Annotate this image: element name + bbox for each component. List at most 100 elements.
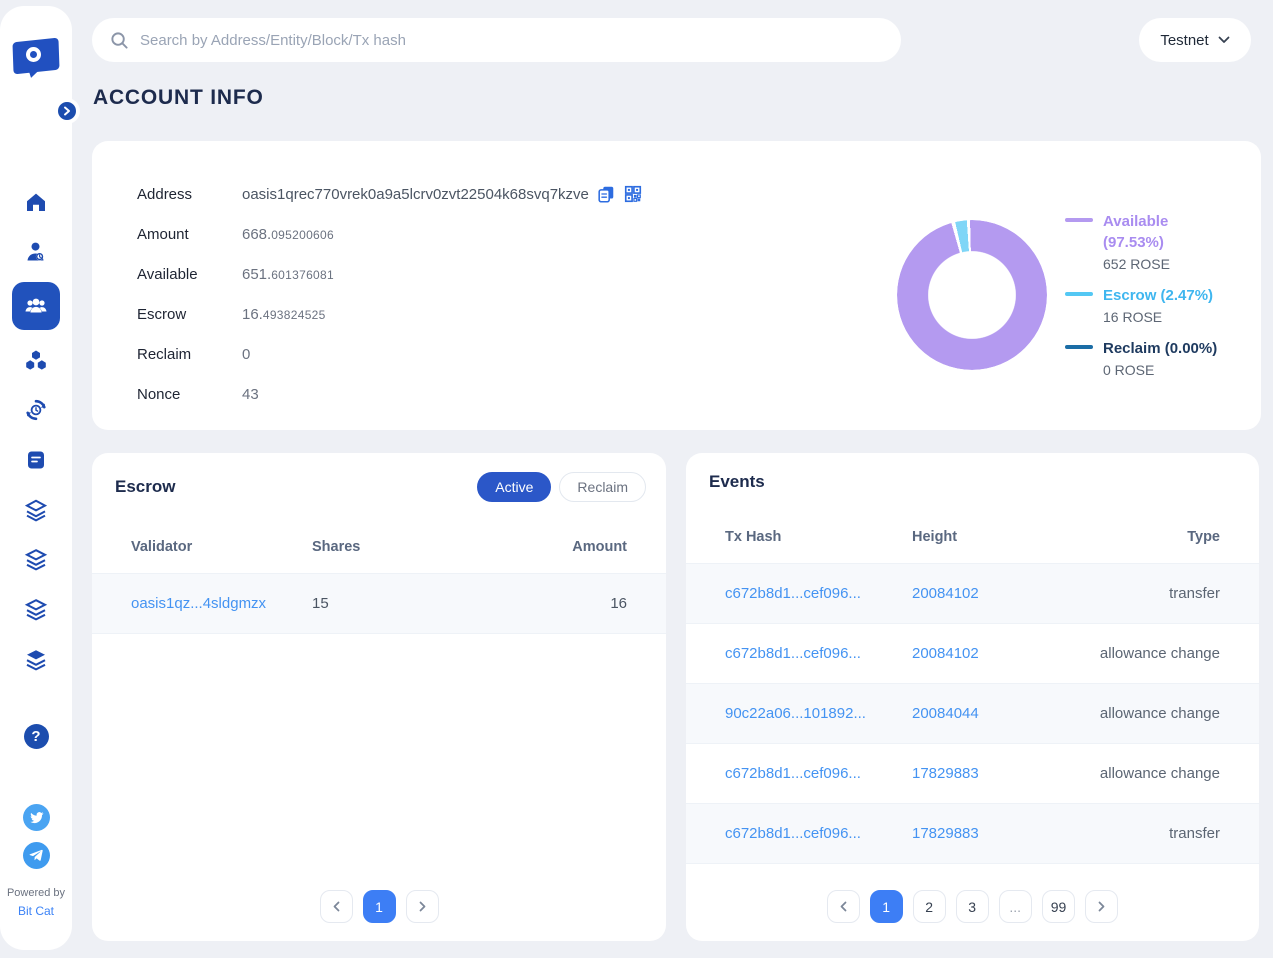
- event-type: allowance change: [1064, 684, 1259, 744]
- sidebar-item-paratime-3[interactable]: [12, 590, 60, 630]
- legend-label: Available (97.53%): [1103, 213, 1168, 251]
- page-title: ACCOUNT INFO: [93, 86, 264, 110]
- column-header-validator: Validator: [92, 529, 304, 574]
- users-group-icon: [22, 292, 50, 320]
- tab-reclaim[interactable]: Reclaim: [559, 472, 646, 502]
- network-selector[interactable]: Testnet: [1139, 18, 1251, 62]
- events-table-row: c672b8d1...cef096... 20084102 allowance …: [686, 624, 1259, 684]
- sidebar-expand-button[interactable]: [55, 99, 79, 123]
- help-icon: ?: [24, 724, 49, 749]
- height-link[interactable]: 20084044: [912, 705, 979, 722]
- sidebar: ? Powered by Bit Cat: [0, 6, 72, 950]
- events-panel: Events Tx Hash Height Type c672b8d1...ce…: [686, 453, 1259, 941]
- qr-code-button[interactable]: [623, 184, 643, 204]
- field-address: Address oasis1qrec770vrek0a9a5lcrv0zvt22…: [137, 174, 1233, 214]
- sidebar-item-help[interactable]: ?: [24, 724, 49, 749]
- copy-icon: [596, 184, 616, 204]
- copy-address-button[interactable]: [596, 184, 616, 204]
- cubes-icon: [23, 347, 49, 373]
- app-root: ? Powered by Bit Cat Testnet ACCOUNT INF…: [0, 0, 1273, 958]
- amount-decimals: 095200606: [271, 228, 334, 242]
- tx-hash-link[interactable]: c672b8d1...cef096...: [725, 585, 861, 602]
- legend-item-available[interactable]: Available (97.53%) 652 ROSE: [1065, 211, 1233, 272]
- legend-item-escrow[interactable]: Escrow (2.47%) 16 ROSE: [1065, 285, 1233, 325]
- events-pagination: 1 2 3 ... 99: [686, 890, 1259, 923]
- page-button-3[interactable]: 3: [956, 890, 989, 923]
- page-ellipsis[interactable]: ...: [999, 890, 1032, 923]
- network-label: Testnet: [1160, 32, 1208, 49]
- height-link[interactable]: 20084102: [912, 645, 979, 662]
- chevron-right-icon: [418, 901, 427, 912]
- sidebar-item-transactions[interactable]: [12, 390, 60, 430]
- page-button-1[interactable]: 1: [363, 890, 396, 923]
- layers-icon: [23, 547, 49, 573]
- logo-tail: [26, 69, 38, 79]
- legend-label: Escrow (2.47%): [1103, 287, 1213, 304]
- page-button-1[interactable]: 1: [870, 890, 903, 923]
- bitcat-link[interactable]: Bit Cat: [18, 904, 54, 918]
- sidebar-item-proposals[interactable]: [12, 440, 60, 480]
- prev-page-button[interactable]: [320, 890, 353, 923]
- sidebar-item-paratime-2[interactable]: [12, 540, 60, 580]
- validator-link[interactable]: oasis1qz...4sldgmzx: [131, 595, 266, 612]
- field-nonce: Nonce 43: [137, 374, 1233, 414]
- chevron-right-icon: [1097, 901, 1106, 912]
- field-label: Address: [137, 186, 242, 203]
- telegram-icon: [29, 848, 44, 863]
- field-label: Escrow: [137, 306, 242, 323]
- height-link[interactable]: 20084102: [912, 585, 979, 602]
- height-link[interactable]: 17829883: [912, 765, 979, 782]
- prev-page-button[interactable]: [827, 890, 860, 923]
- sidebar-item-paratime-4[interactable]: [12, 640, 60, 680]
- amount-value: 16: [494, 574, 666, 634]
- twitter-link[interactable]: [23, 804, 50, 831]
- chevron-right-icon: [62, 106, 72, 116]
- search-icon: [110, 31, 129, 50]
- app-logo[interactable]: [13, 40, 59, 78]
- field-label: Amount: [137, 226, 242, 243]
- events-table-row: c672b8d1...cef096... 17829883 transfer: [686, 804, 1259, 864]
- page-button-2[interactable]: 2: [913, 890, 946, 923]
- legend-amount: 16 ROSE: [1103, 309, 1213, 325]
- column-header-type: Type: [1064, 519, 1259, 564]
- donut-chart: [897, 220, 1047, 370]
- legend-swatch-escrow: [1065, 292, 1093, 296]
- account-address: oasis1qrec770vrek0a9a5lcrv0zvt22504k68sv…: [242, 186, 589, 203]
- events-table-row: 90c22a06...101892... 20084044 allowance …: [686, 684, 1259, 744]
- event-type: transfer: [1064, 804, 1259, 864]
- qr-code-icon: [623, 184, 643, 204]
- page-button-99[interactable]: 99: [1042, 890, 1076, 923]
- chevron-left-icon: [839, 901, 848, 912]
- legend-amount: 652 ROSE: [1103, 256, 1233, 272]
- next-page-button[interactable]: [406, 890, 439, 923]
- chart-legend: Available (97.53%) 652 ROSE Escrow (2.47…: [1065, 211, 1233, 378]
- escrow-pagination: 1: [92, 890, 666, 923]
- legend-label: Reclaim (0.00%): [1103, 340, 1217, 357]
- escrow-panel: Escrow Active Reclaim Validator Shares A…: [92, 453, 666, 941]
- escrow-table: Validator Shares Amount oasis1qz...4sldg…: [92, 529, 666, 634]
- balance-donut-chart: Available (97.53%) 652 ROSE Escrow (2.47…: [897, 211, 1233, 378]
- escrow-title: Escrow: [115, 477, 175, 497]
- next-page-button[interactable]: [1085, 890, 1118, 923]
- event-type: allowance change: [1064, 624, 1259, 684]
- tab-active[interactable]: Active: [477, 472, 551, 502]
- field-label: Nonce: [137, 386, 242, 403]
- tx-hash-link[interactable]: c672b8d1...cef096...: [725, 765, 861, 782]
- tx-hash-link[interactable]: c672b8d1...cef096...: [725, 825, 861, 842]
- sidebar-item-home[interactable]: [12, 182, 60, 222]
- tx-hash-link[interactable]: c672b8d1...cef096...: [725, 645, 861, 662]
- tx-hash-link[interactable]: 90c22a06...101892...: [725, 705, 866, 722]
- logo-ring: [26, 47, 41, 62]
- sidebar-item-accounts[interactable]: [12, 282, 60, 330]
- telegram-link[interactable]: [23, 842, 50, 869]
- column-header-shares: Shares: [304, 529, 494, 574]
- height-link[interactable]: 17829883: [912, 825, 979, 842]
- amount-integer: 668.: [242, 226, 271, 243]
- sidebar-item-paratime-1[interactable]: [12, 490, 60, 530]
- search-input[interactable]: [140, 32, 883, 49]
- legend-item-reclaim[interactable]: Reclaim (0.00%) 0 ROSE: [1065, 338, 1233, 378]
- sidebar-item-blocks[interactable]: [12, 340, 60, 380]
- sidebar-item-validators[interactable]: [12, 232, 60, 272]
- event-type: allowance change: [1064, 744, 1259, 804]
- cycle-clock-icon: [23, 397, 49, 423]
